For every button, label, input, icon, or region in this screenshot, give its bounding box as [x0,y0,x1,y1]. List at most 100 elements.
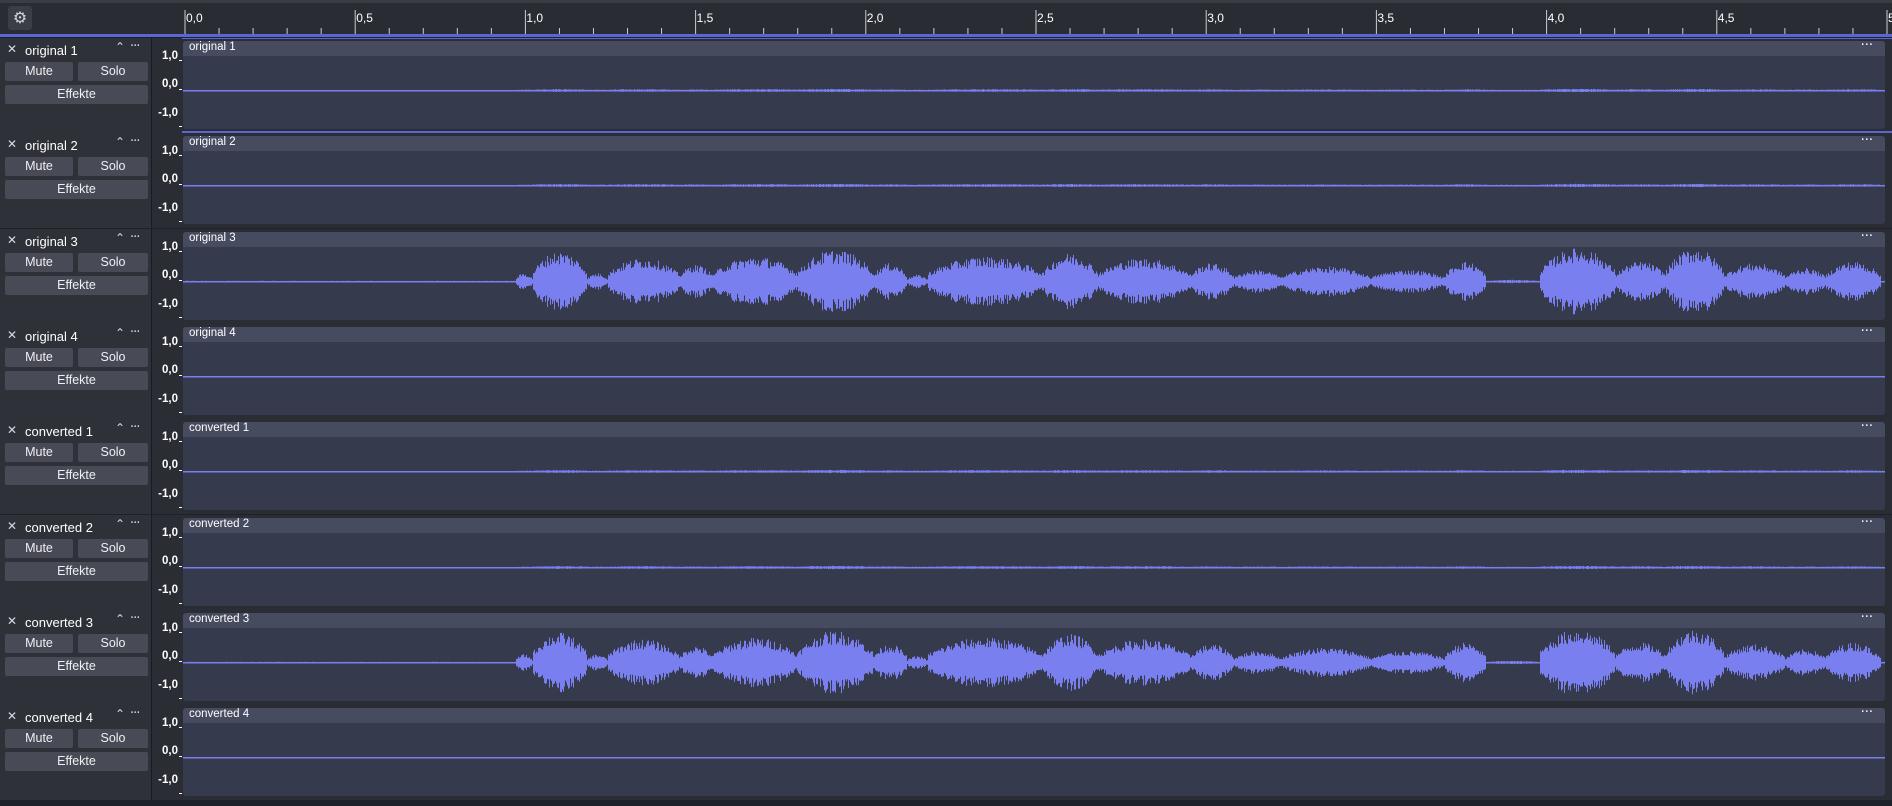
more-icon[interactable]: ··· [1861,422,1873,434]
track-name[interactable]: converted 1 [25,424,93,439]
effects-button[interactable]: Effekte [5,180,148,199]
track[interactable]: ✕ converted 4 ⌃ ··· Mute Solo Effekte 1,… [0,705,1892,800]
more-icon[interactable]: ··· [1861,327,1873,339]
mute-button[interactable]: Mute [5,634,73,653]
more-icon[interactable]: ··· [130,134,140,149]
close-icon[interactable]: ✕ [7,519,17,533]
chevron-up-icon[interactable]: ⌃ [115,707,125,721]
mute-button[interactable]: Mute [5,539,73,558]
track-name[interactable]: original 1 [25,43,78,58]
more-icon[interactable]: ··· [130,516,140,531]
waveform[interactable] [183,56,1885,129]
effects-button[interactable]: Effekte [5,466,148,485]
waveform[interactable] [183,151,1885,224]
chevron-up-icon[interactable]: ⌃ [115,135,125,149]
effects-button[interactable]: Effekte [5,371,148,390]
track[interactable]: ✕ converted 1 ⌃ ··· Mute Solo Effekte 1,… [0,419,1892,514]
gear-icon[interactable]: ⚙ [8,6,32,30]
solo-button[interactable]: Solo [78,634,148,653]
more-icon[interactable]: ··· [1861,613,1873,625]
mute-button[interactable]: Mute [5,253,73,272]
audio-clip[interactable]: converted 2 ··· [183,518,1885,606]
audio-clip[interactable]: original 1 ··· [183,41,1885,129]
mute-button[interactable]: Mute [5,443,73,462]
chevron-up-icon[interactable]: ⌃ [115,517,125,531]
more-icon[interactable]: ··· [130,39,140,54]
close-icon[interactable]: ✕ [7,233,17,247]
clip-header[interactable]: original 3 ··· [183,232,1885,247]
chevron-up-icon[interactable]: ⌃ [115,612,125,626]
track-control-panel[interactable]: ✕ converted 1 ⌃ ··· Mute Solo Effekte [0,419,152,514]
more-icon[interactable]: ··· [1861,41,1873,53]
more-icon[interactable]: ··· [1861,708,1873,720]
track-name[interactable]: original 2 [25,138,78,153]
track-control-panel[interactable]: ✕ original 1 ⌃ ··· Mute Solo Effekte [0,38,152,133]
track-name[interactable]: converted 4 [25,710,93,725]
clip-header[interactable]: original 1 ··· [183,41,1885,56]
more-icon[interactable]: ··· [1861,518,1873,530]
more-icon[interactable]: ··· [130,611,140,626]
more-icon[interactable]: ··· [130,420,140,435]
waveform[interactable] [183,628,1885,701]
close-icon[interactable]: ✕ [7,614,17,628]
effects-button[interactable]: Effekte [5,752,148,771]
clip-header[interactable]: converted 3 ··· [183,613,1885,628]
solo-button[interactable]: Solo [78,62,148,81]
solo-button[interactable]: Solo [78,729,148,748]
solo-button[interactable]: Solo [78,348,148,367]
clip-header[interactable]: original 4 ··· [183,327,1885,342]
track[interactable]: ✕ original 4 ⌃ ··· Mute Solo Effekte 1,0… [0,324,1892,419]
audio-clip[interactable]: original 3 ··· [183,232,1885,320]
timeline-ruler[interactable]: 0,0 0,5 1,0 1,5 2,0 2,5 3,0 3,5 4,0 4,5 5,0 ⚙ [0,0,1892,37]
mute-button[interactable]: Mute [5,729,73,748]
clip-header[interactable]: converted 2 ··· [183,518,1885,533]
more-icon[interactable]: ··· [1861,232,1873,244]
clip-header[interactable]: original 2 ··· [183,136,1885,151]
audio-clip[interactable]: original 4 ··· [183,327,1885,415]
chevron-up-icon[interactable]: ⌃ [115,40,125,54]
effects-button[interactable]: Effekte [5,657,148,676]
close-icon[interactable]: ✕ [7,709,17,723]
mute-button[interactable]: Mute [5,157,73,176]
waveform[interactable] [183,247,1885,320]
close-icon[interactable]: ✕ [7,423,17,437]
effects-button[interactable]: Effekte [5,562,148,581]
waveform[interactable] [183,342,1885,415]
track-control-panel[interactable]: ✕ original 3 ⌃ ··· Mute Solo Effekte [0,229,152,324]
track-name[interactable]: converted 2 [25,520,93,535]
audio-clip[interactable]: converted 4 ··· [183,708,1885,796]
track-control-panel[interactable]: ✕ converted 3 ⌃ ··· Mute Solo Effekte [0,610,152,705]
effects-button[interactable]: Effekte [5,85,148,104]
chevron-up-icon[interactable]: ⌃ [115,421,125,435]
track-name[interactable]: converted 3 [25,615,93,630]
track[interactable]: ✕ converted 3 ⌃ ··· Mute Solo Effekte 1,… [0,610,1892,705]
track[interactable]: ✕ original 1 ⌃ ··· Mute Solo Effekte 1,0… [0,38,1892,133]
close-icon[interactable]: ✕ [7,137,17,151]
waveform[interactable] [183,437,1885,510]
track[interactable]: ✕ original 3 ⌃ ··· Mute Solo Effekte 1,0… [0,229,1892,324]
solo-button[interactable]: Solo [78,539,148,558]
more-icon[interactable]: ··· [1861,136,1873,148]
waveform[interactable] [183,723,1885,796]
solo-button[interactable]: Solo [78,253,148,272]
chevron-up-icon[interactable]: ⌃ [115,326,125,340]
more-icon[interactable]: ··· [130,325,140,340]
track[interactable]: ✕ converted 2 ⌃ ··· Mute Solo Effekte 1,… [0,515,1892,610]
solo-button[interactable]: Solo [78,443,148,462]
close-icon[interactable]: ✕ [7,42,17,56]
waveform[interactable] [183,533,1885,606]
mute-button[interactable]: Mute [5,348,73,367]
audio-clip[interactable]: converted 3 ··· [183,613,1885,701]
chevron-up-icon[interactable]: ⌃ [115,231,125,245]
mute-button[interactable]: Mute [5,62,73,81]
audio-clip[interactable]: original 2 ··· [183,136,1885,224]
track-control-panel[interactable]: ✕ converted 4 ⌃ ··· Mute Solo Effekte [0,705,152,800]
solo-button[interactable]: Solo [78,157,148,176]
more-icon[interactable]: ··· [130,230,140,245]
more-icon[interactable]: ··· [130,706,140,721]
audio-clip[interactable]: converted 1 ··· [183,422,1885,510]
track-control-panel[interactable]: ✕ original 4 ⌃ ··· Mute Solo Effekte [0,324,152,419]
track[interactable]: ✕ original 2 ⌃ ··· Mute Solo Effekte 1,0… [0,133,1892,228]
track-name[interactable]: original 3 [25,234,78,249]
track-name[interactable]: original 4 [25,329,78,344]
